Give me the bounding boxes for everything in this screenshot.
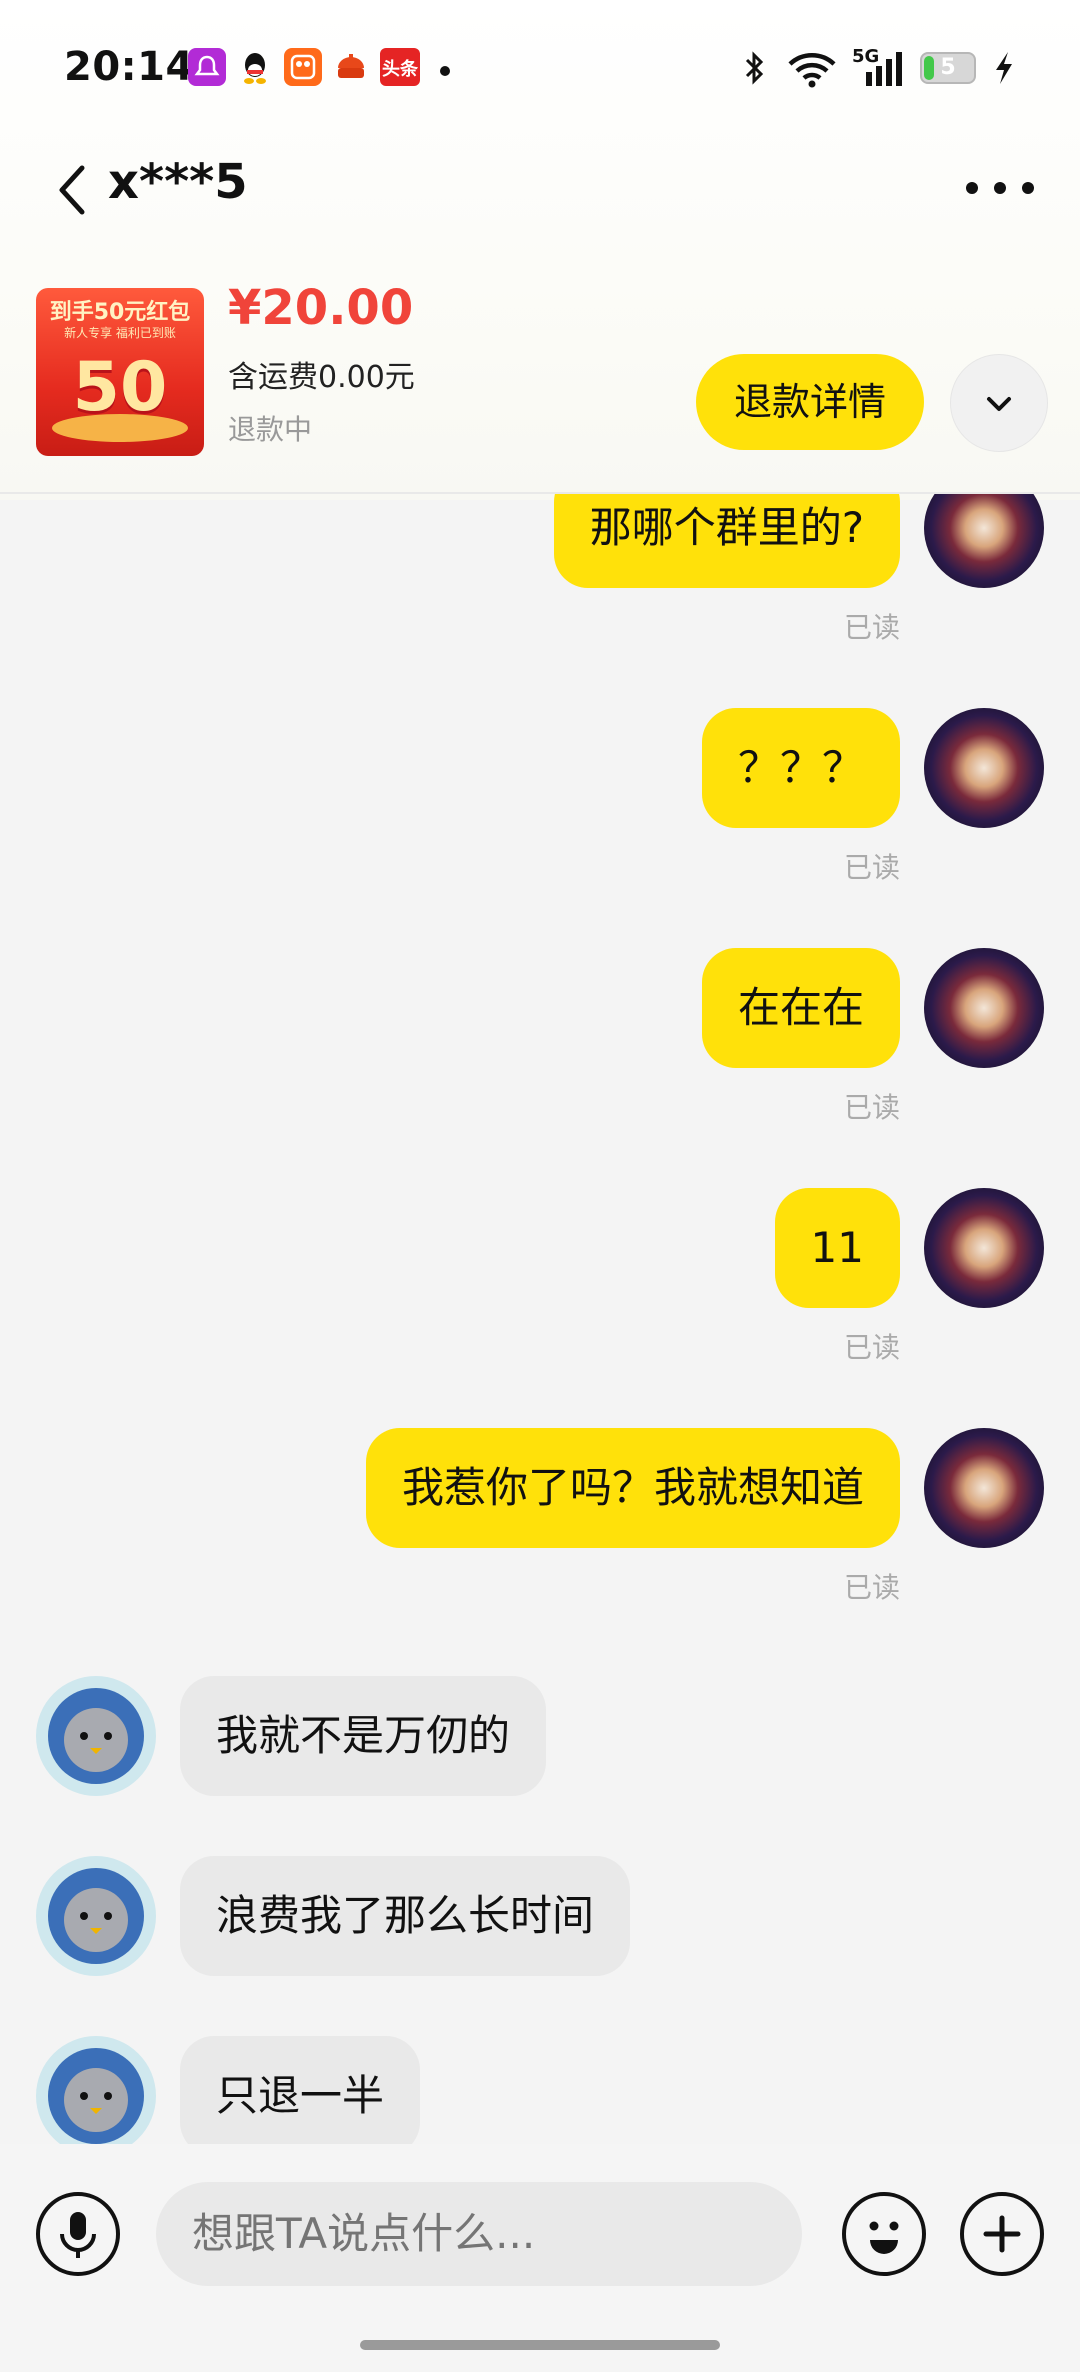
battery-level-text: 5 [940,55,956,80]
read-receipt: 已读 [843,1571,900,1604]
qq-icon [236,48,274,86]
cat-avatar-icon [48,1688,144,1784]
contact-avatar[interactable] [36,2036,156,2144]
bell-app-icon [188,48,226,86]
video-app-icon [284,48,322,86]
my-avatar[interactable] [924,948,1044,1068]
contact-avatar[interactable] [36,1856,156,1976]
status-time: 20:14 [64,44,194,90]
my-avatar[interactable] [924,708,1044,828]
message-input[interactable] [156,2182,802,2286]
status-bar: 20:14 头条 5G 5 [0,0,1080,140]
refund-status: 退款中 [228,413,313,446]
order-card[interactable]: 到手50元红包 新人专享 福利已到账 50 ¥20.00 含运费0.00元 退款… [0,268,1080,494]
my-avatar[interactable] [924,494,1044,588]
home-indicator[interactable] [360,2340,720,2350]
more-notifications-dot [440,66,450,76]
read-receipt: 已读 [843,1091,900,1124]
my-avatar[interactable] [924,1188,1044,1308]
thumbnail-subtitle: 新人专享 福利已到账 [64,326,176,340]
charging-bolt-icon [996,52,1012,84]
message-bubble-outgoing[interactable]: 在在在 [701,948,900,1068]
expand-card-button[interactable] [950,354,1048,452]
more-options-icon[interactable] [966,178,1036,198]
message-bubble-outgoing[interactable]: ？？？ [701,708,900,828]
cat-avatar-icon [48,1868,144,1964]
chat-header: x***5 [0,140,1080,240]
order-price: ¥20.00 [228,280,414,336]
shipping-fee: 含运费0.00元 [228,360,415,395]
chevron-down-icon [987,397,1011,411]
battery-icon: 5 [920,52,976,84]
refund-details-button[interactable]: 退款详情 [696,354,924,450]
shopping-app-icon [332,48,370,86]
my-avatar[interactable] [924,1428,1044,1548]
message-bubble-incoming[interactable]: 浪费我了那么长时间 [180,1856,631,1976]
toutiao-icon: 头条 [380,48,420,86]
smiley-icon [869,2221,899,2254]
message-bubble-outgoing[interactable]: 我惹你了吗？我就想知道 [365,1428,900,1548]
message-bubble-outgoing[interactable]: 那哪个群里的? [553,494,900,588]
voice-input-button[interactable] [36,2192,120,2276]
contact-name: x***5 [108,154,248,210]
product-thumbnail[interactable]: 到手50元红包 新人专享 福利已到账 50 [36,288,204,456]
message-bubble-incoming[interactable]: 我就不是万仞的 [180,1676,547,1796]
read-receipt: 已读 [843,611,900,644]
more-actions-button[interactable] [960,2192,1044,2276]
read-receipt: 已读 [843,1331,900,1364]
plus-icon [983,2215,1021,2253]
signal-icon [866,52,902,86]
wifi-icon [788,53,836,88]
message-bubble-incoming[interactable]: 只退一半 [180,2036,421,2144]
read-receipt: 已读 [843,851,900,884]
input-bar [0,2144,1080,2372]
bluetooth-icon [745,51,764,85]
message-bubble-outgoing[interactable]: 11 [774,1188,900,1308]
thumbnail-number: 50 [72,348,168,427]
toutiao-label: 头条 [382,59,418,80]
message-list[interactable]: 那哪个群里的? 已读 ？？？ 已读 在在在 已读 11 已读 我惹你了吗？我就想… [0,494,1080,2144]
back-arrow-icon[interactable] [48,158,98,222]
contact-avatar[interactable] [36,1676,156,1796]
cat-avatar-icon [48,2048,144,2144]
microphone-icon [60,2212,96,2258]
thumbnail-title: 到手50元红包 [49,300,191,325]
emoji-button[interactable] [842,2192,926,2276]
